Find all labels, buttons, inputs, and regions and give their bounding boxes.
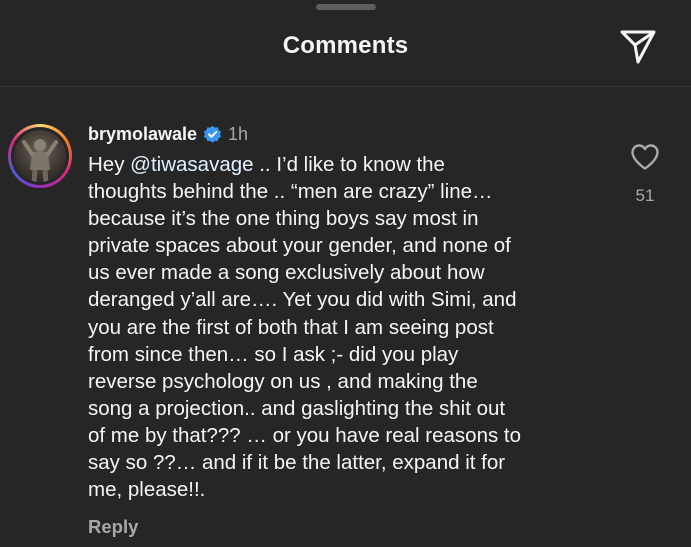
comment-line: Hey @tiwasavage .. I’d like to know the bbox=[88, 151, 608, 178]
comment-line: of me by that??? … or you have real reas… bbox=[88, 423, 522, 447]
username[interactable]: brymolawale bbox=[88, 124, 197, 145]
comment-meta: brymolawale 1h bbox=[88, 121, 248, 147]
comment-line: me, please!!. bbox=[88, 478, 206, 502]
comment-line: from since then… so I ask ;- did you pla… bbox=[88, 342, 459, 366]
comment-text-segment: .. I’d like to know the bbox=[253, 153, 445, 176]
comment-line: us ever made a song exclusively about ho… bbox=[88, 261, 485, 285]
comments-sheet: Comments brymolawale 1h Hey @tiwasavage … bbox=[0, 0, 691, 547]
avatar-photo bbox=[14, 130, 66, 182]
verified-badge-icon bbox=[203, 125, 222, 144]
comment-line: reverse psychology on us , and making th… bbox=[88, 369, 478, 393]
header-divider bbox=[0, 86, 691, 87]
comment-line: private spaces about your gender, and no… bbox=[88, 234, 511, 258]
reply-button[interactable]: Reply bbox=[88, 516, 138, 538]
heart-outline-icon[interactable] bbox=[630, 143, 660, 171]
comment-line: song a projection.. and gaslighting the … bbox=[88, 396, 506, 420]
mention-link[interactable]: @tiwasavage bbox=[130, 153, 253, 176]
comment-line: say so ??… and if it be the latter, expa… bbox=[88, 451, 506, 475]
page-title: Comments bbox=[282, 32, 409, 59]
comment-line: thoughts behind the .. “men are crazy” l… bbox=[88, 180, 493, 204]
comment-line: because it’s the one thing boys say most… bbox=[88, 207, 479, 231]
comment-text-segment: Hey bbox=[88, 153, 131, 176]
paper-plane-icon[interactable] bbox=[618, 28, 658, 66]
comment-text: Hey @tiwasavage .. I’d like to know the … bbox=[88, 151, 608, 503]
avatar[interactable] bbox=[8, 124, 72, 188]
like-count: 51 bbox=[635, 186, 655, 205]
comment-line: deranged y’all are…. Yet you did with Si… bbox=[88, 288, 517, 312]
drag-handle[interactable] bbox=[316, 4, 376, 10]
comment-timestamp: 1h bbox=[228, 123, 249, 144]
comment-line: you are the first of both that I am seei… bbox=[88, 315, 494, 339]
avatar-ring-gap bbox=[11, 127, 69, 185]
